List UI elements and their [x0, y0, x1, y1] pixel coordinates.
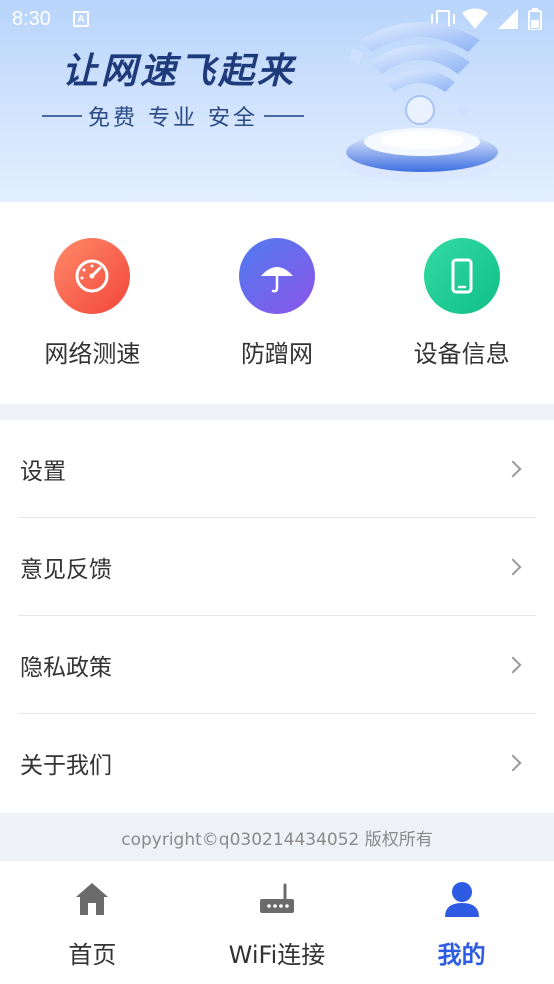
chevron-right-icon	[504, 654, 526, 676]
menu-item-label: 设置	[20, 458, 66, 485]
banner-headline: 让网速飞起来	[62, 51, 297, 92]
chevron-right-icon	[504, 556, 526, 578]
chevron-right-icon	[504, 752, 526, 774]
copyright-band: copyright©q030214434052 版权所有	[0, 813, 554, 861]
section-divider	[0, 404, 554, 420]
nav-label: 我的	[437, 941, 486, 969]
tool-label: 设备信息	[413, 340, 510, 368]
tool-anti-freeload[interactable]: 防蹭网	[185, 202, 369, 404]
notification-a-icon: A	[72, 11, 89, 27]
nav-item-wifi[interactable]: WiFi连接	[185, 861, 369, 984]
tool-label: 网络测速	[44, 340, 141, 368]
settings-menu: 设置 意见反馈 隐私政策 关于我们	[0, 420, 554, 812]
menu-item-label: 关于我们	[20, 753, 112, 779]
tool-device-info[interactable]: 设备信息	[370, 202, 554, 404]
subline-dash-right	[264, 115, 304, 117]
menu-item-label: 意见反馈	[20, 556, 112, 583]
banner-subline-text: 免费 专业 安全	[88, 106, 258, 131]
nav-label: WiFi连接	[228, 941, 326, 969]
menu-item-feedback[interactable]: 意见反馈	[18, 518, 536, 616]
status-time: 8:30	[12, 7, 51, 30]
banner: 8:30 A 让网速飞起来 免费 专业 安全	[0, 0, 554, 202]
bottom-nav: 首页 WiFi连接 我的	[0, 861, 554, 984]
umbrella-icon	[238, 238, 315, 314]
quick-tools: 网络测速 防蹭网 设备信息	[0, 202, 554, 404]
nav-label: 首页	[68, 941, 117, 969]
battery-icon	[528, 8, 542, 30]
menu-item-privacy[interactable]: 隐私政策	[18, 616, 536, 714]
menu-item-settings[interactable]: 设置	[18, 420, 536, 518]
router-icon	[255, 877, 299, 921]
menu-item-label: 隐私政策	[20, 654, 112, 681]
tool-speed-test[interactable]: 网络测速	[0, 202, 184, 404]
speedometer-icon	[54, 238, 131, 314]
nav-item-mine[interactable]: 我的	[370, 861, 554, 984]
menu-item-about[interactable]: 关于我们	[18, 714, 536, 812]
copyright-text: copyright©q030214434052 版权所有	[121, 829, 433, 850]
nav-item-home[interactable]: 首页	[0, 861, 184, 984]
banner-subline: 免费 专业 安全	[36, 100, 310, 132]
chevron-right-icon	[504, 458, 526, 480]
tool-label: 防蹭网	[240, 340, 313, 368]
wifi-illustration-icon	[340, 22, 504, 182]
user-icon	[440, 877, 484, 921]
home-icon	[70, 877, 114, 921]
phone-icon	[423, 238, 500, 314]
subline-dash-left	[42, 115, 82, 117]
